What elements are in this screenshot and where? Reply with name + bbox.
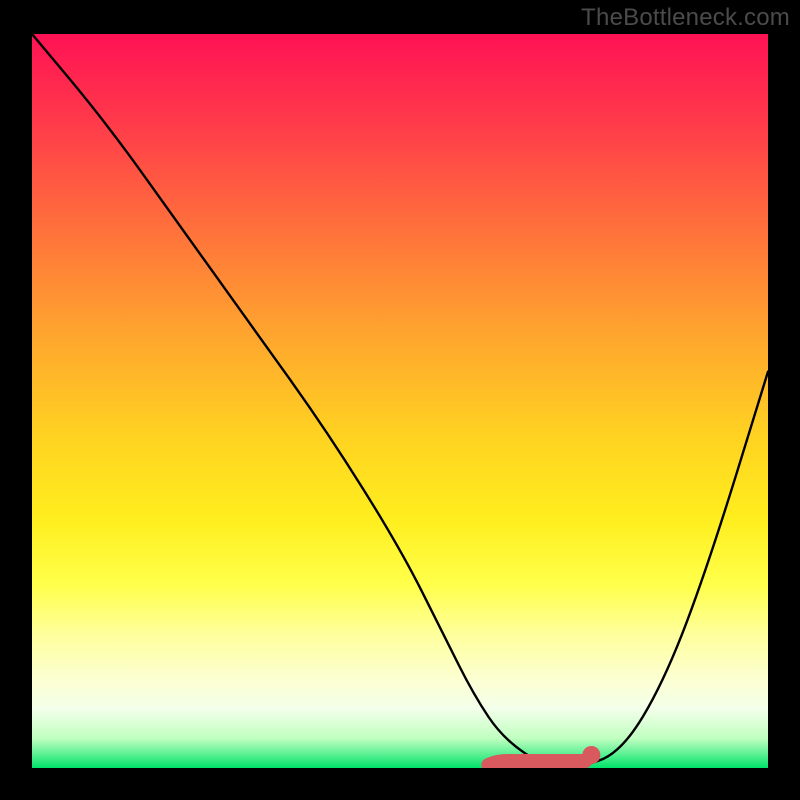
minimum-marker-dot [582, 746, 600, 764]
curve-svg [32, 34, 768, 768]
minimum-marker-segment [488, 761, 585, 765]
bottleneck-curve [32, 34, 768, 768]
plot-area [32, 34, 768, 768]
watermark-text: TheBottleneck.com [581, 4, 790, 32]
chart-frame: TheBottleneck.com [0, 0, 800, 800]
